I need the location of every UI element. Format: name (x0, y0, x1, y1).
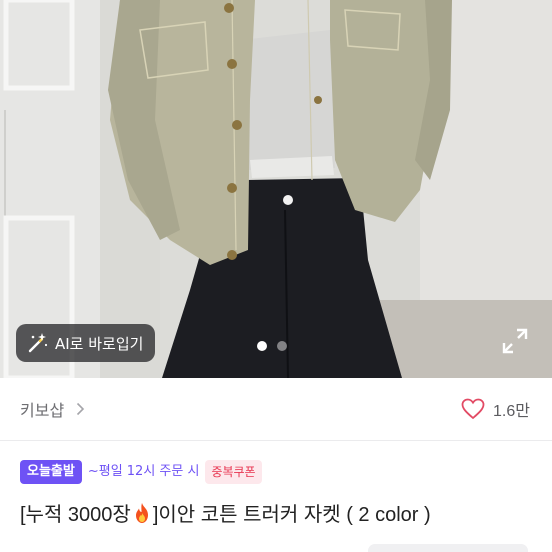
product-title-suffix: ]이안 코튼 트러커 자켓 ( 2 color ) (152, 504, 431, 526)
shop-name[interactable]: 키보샵 (20, 397, 64, 421)
like-count: 1.6만 (493, 403, 530, 420)
carousel-dot-active[interactable] (257, 341, 267, 351)
coupon-badge: 중복쿠폰 (205, 460, 262, 484)
order-cutoff-text: ~평일 12시 주문 시 (87, 464, 200, 479)
chevron-right-icon[interactable] (76, 402, 85, 416)
product-image[interactable]: AI로 바로입기 (0, 0, 552, 378)
ai-try-on-label: AI로 바로입기 (55, 334, 144, 353)
today-shipping-badge: 오늘출발 (20, 460, 82, 484)
bottom-action-bar[interactable] (368, 544, 528, 552)
badge-row: 오늘출발 ~평일 12시 주문 시 중복쿠폰 (20, 460, 262, 484)
product-title-prefix: [누적 3000장 (20, 504, 131, 526)
expand-icon[interactable] (502, 328, 528, 354)
product-title: [누적 3000장 ]이안 코튼 트러커 자켓 ( 2 color ) (20, 498, 431, 527)
section-divider (0, 440, 552, 441)
product-photo-illustration (0, 0, 552, 378)
like-button[interactable]: 1.6만 (461, 397, 532, 421)
carousel-indicator (257, 341, 287, 351)
heart-icon (461, 398, 485, 420)
magic-wand-icon (28, 333, 48, 353)
ai-try-on-button[interactable]: AI로 바로입기 (16, 324, 155, 362)
shop-row: 키보샵 1.6만 (0, 378, 552, 440)
fire-icon (135, 502, 148, 523)
carousel-dot[interactable] (277, 341, 287, 351)
